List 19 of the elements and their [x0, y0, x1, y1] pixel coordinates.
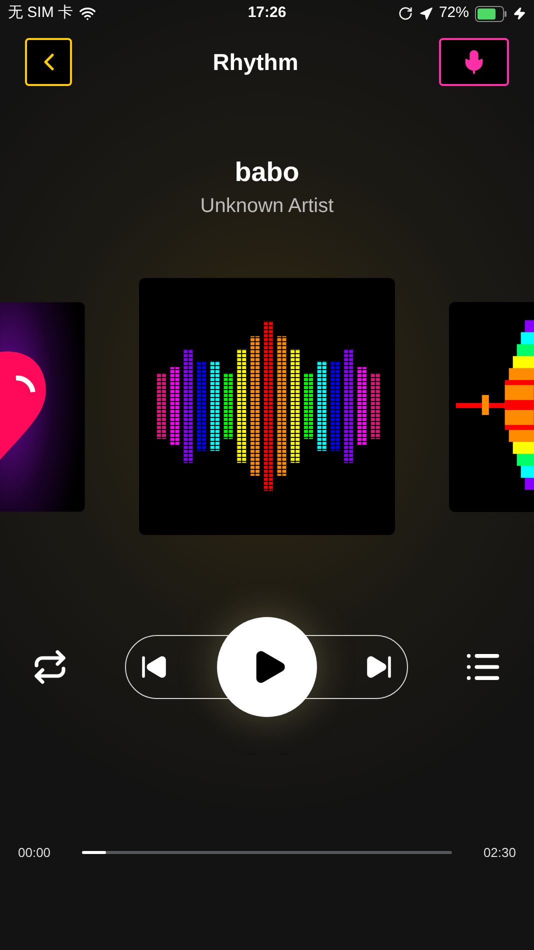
page-title: Rhythm: [212, 48, 298, 77]
total-time: 02:30: [482, 844, 516, 862]
battery-percent-text: 72%: [438, 3, 469, 24]
back-button[interactable]: [25, 38, 72, 86]
battery-icon: [475, 6, 507, 22]
next-icon: [364, 653, 392, 681]
repeat-icon: [32, 649, 68, 685]
repeat-button[interactable]: [32, 649, 68, 685]
elapsed-time: 00:00: [18, 844, 52, 862]
rotation-lock-icon: [398, 6, 413, 21]
location-icon: [418, 6, 433, 20]
song-title: babo: [234, 156, 300, 189]
artist-name: Unknown Artist: [200, 194, 334, 219]
charging-icon: [513, 7, 526, 20]
carrier-text: 无 SIM 卡: [8, 3, 74, 24]
microphone-button[interactable]: [439, 38, 509, 86]
clock-text: 17:26: [248, 3, 286, 24]
previous-icon: [140, 653, 168, 681]
wifi-icon: [79, 5, 96, 22]
